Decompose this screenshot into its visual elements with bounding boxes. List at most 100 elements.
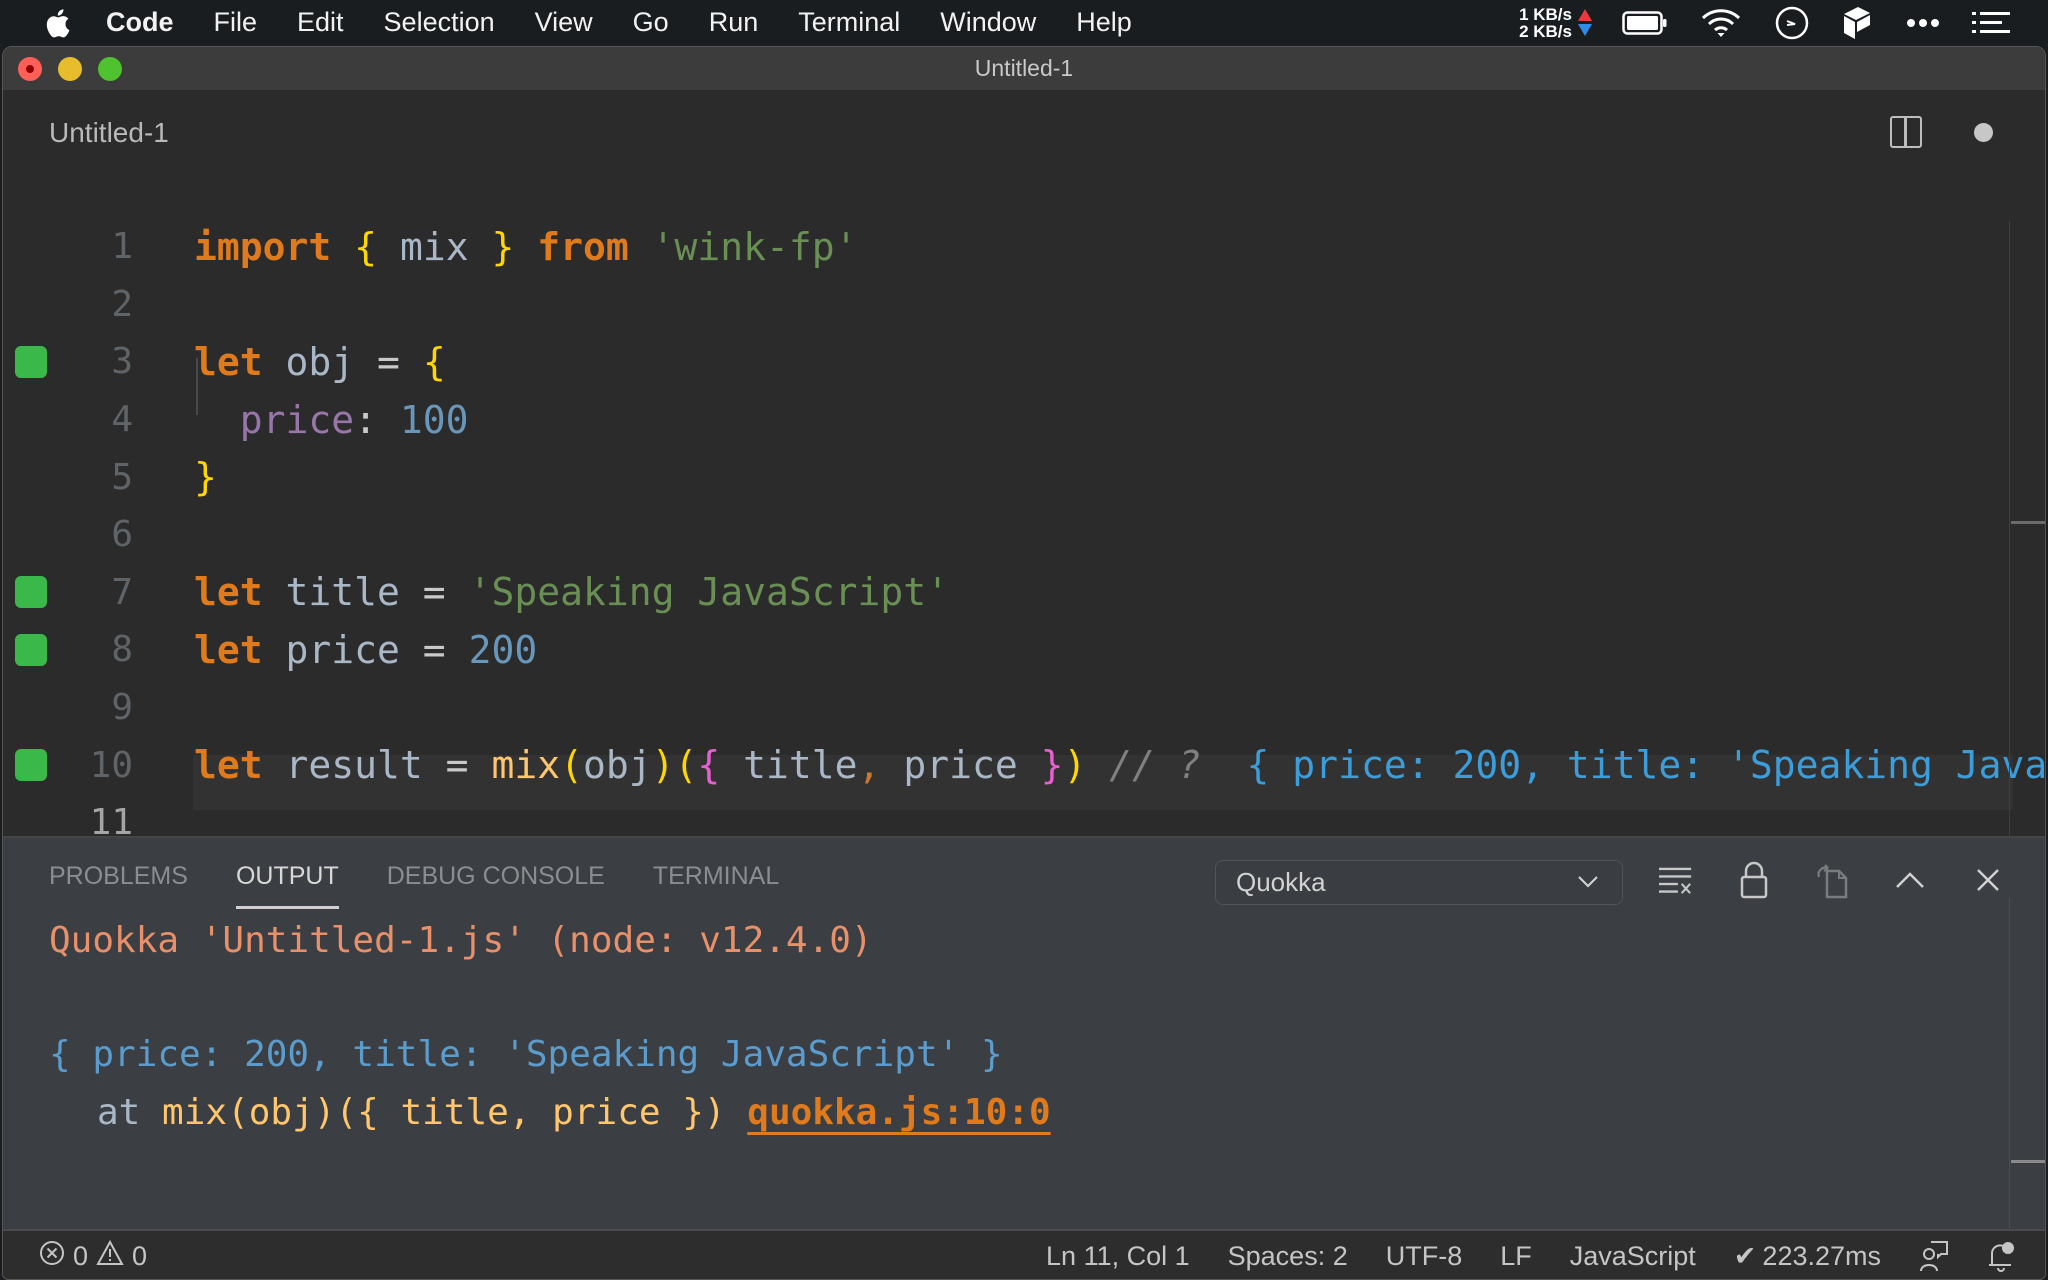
wifi-icon[interactable]: [1700, 7, 1742, 39]
menubar-status-area: 1 KB/s 2 KB/s: [1519, 0, 2048, 45]
code-token: mix: [377, 224, 492, 269]
line-number: 9: [111, 687, 133, 729]
menu-help[interactable]: Help: [1076, 7, 1132, 38]
code-token: price: [880, 743, 1041, 788]
code-token: =: [445, 743, 469, 788]
problems-summary[interactable]: 0 0: [39, 1239, 147, 1273]
net-arrows-icon: [1578, 9, 1592, 36]
code-text: price: 100: [194, 398, 469, 442]
line-number: 6: [111, 514, 133, 556]
panel-tabs: PROBLEMS OUTPUT DEBUG CONSOLE TERMINAL: [49, 862, 779, 909]
code-line[interactable]: 8 let price = 200: [3, 621, 2013, 679]
chevron-down-icon: [1576, 869, 1600, 900]
network-speed[interactable]: 1 KB/s 2 KB/s: [1519, 6, 1572, 40]
code-token: let: [194, 743, 263, 788]
line-number: 2: [111, 283, 133, 325]
window-controls: [18, 57, 122, 81]
code-line[interactable]: 9: [3, 679, 2013, 737]
code-editor[interactable]: 1 import { mix } from 'wink-fp' 2 3 let obj …: [3, 177, 2045, 843]
quokka-coverage-marker: [15, 345, 47, 378]
code-line[interactable]: 10 let result = mix(obj)({ title, price }…: [3, 736, 2045, 794]
apple-menu-icon[interactable]: [42, 7, 72, 39]
cursor-position[interactable]: Ln 11, Col 1: [1046, 1241, 1190, 1272]
code-line[interactable]: 2: [3, 276, 2013, 334]
code-line[interactable]: 3 let obj = {: [3, 333, 2013, 391]
maximize-window-button[interactable]: [98, 57, 122, 81]
code-text: }: [194, 455, 217, 499]
open-in-editor-icon[interactable]: [1815, 860, 1849, 900]
source-location-link[interactable]: quokka.js:10:0: [747, 1092, 1050, 1133]
clear-output-icon[interactable]: [1659, 860, 1693, 900]
minimize-window-button[interactable]: [58, 57, 82, 81]
output-channel-select[interactable]: Quokka: [1215, 860, 1623, 905]
more-icon[interactable]: [1906, 18, 1940, 28]
code-line[interactable]: 7 let title = 'Speaking JavaScript': [3, 564, 2013, 622]
tab-output[interactable]: OUTPUT: [235, 862, 339, 909]
unsaved-changes-dot-icon[interactable]: [1974, 122, 1993, 142]
encoding[interactable]: UTF-8: [1386, 1241, 1463, 1272]
lock-scroll-icon[interactable]: [1737, 860, 1771, 900]
clock-icon[interactable]: [1774, 5, 1810, 41]
tab-debug-console[interactable]: DEBUG CONSOLE: [387, 862, 605, 909]
menu-file[interactable]: File: [214, 7, 258, 38]
editor-tab-untitled-1[interactable]: Untitled-1: [49, 117, 169, 149]
code-token: (: [560, 743, 583, 788]
code-token: }: [1040, 743, 1064, 788]
box-app-icon[interactable]: [1842, 5, 1874, 41]
code-token: 100: [399, 397, 469, 442]
code-token: obj: [262, 339, 378, 384]
close-panel-icon[interactable]: [1971, 860, 2005, 900]
at-expression: mix(obj)({ title, price }): [162, 1092, 726, 1133]
maximize-panel-icon[interactable]: [1893, 860, 1927, 900]
output-log[interactable]: Quokka 'Untitled-1.js' (node: v12.4.0) {…: [49, 920, 1051, 1133]
code-token: price: [239, 397, 355, 442]
battery-icon[interactable]: [1622, 10, 1668, 36]
code-token: from: [537, 224, 629, 269]
code-text: let price = 200: [194, 628, 537, 672]
net-down-speed: 2 KB/s: [1519, 21, 1572, 41]
feedback-icon[interactable]: [1919, 1240, 1949, 1272]
overview-ruler-marker: [2011, 521, 2045, 524]
list-icon[interactable]: [1972, 11, 2010, 34]
checkmark-icon: ✔: [1733, 1240, 1757, 1271]
bottom-panel: PROBLEMS OUTPUT DEBUG CONSOLE TERMINAL Q…: [3, 836, 2045, 1229]
window-title: Untitled-1: [974, 55, 1074, 81]
close-window-button[interactable]: [18, 57, 42, 81]
menu-app-code[interactable]: Code: [106, 7, 174, 38]
code-token: 'Speaking JavaScript': [468, 570, 950, 615]
code-line[interactable]: 1 import { mix } from 'wink-fp': [3, 218, 2013, 276]
output-scroll-marker: [2011, 1160, 2045, 1163]
line-number: 8: [111, 629, 133, 671]
menu-run[interactable]: Run: [709, 7, 759, 38]
quokka-status[interactable]: ✔ 223.27ms: [1734, 1241, 1881, 1272]
language-mode[interactable]: JavaScript: [1570, 1241, 1696, 1272]
code-token: =: [422, 627, 446, 672]
quokka-run-time: 223.27ms: [1762, 1240, 1881, 1271]
menu-window[interactable]: Window: [940, 7, 1036, 38]
menu-terminal[interactable]: Terminal: [798, 7, 900, 38]
menu-view[interactable]: View: [535, 7, 593, 38]
output-channel-value: Quokka: [1236, 867, 1326, 897]
output-scrollbar[interactable]: [2009, 898, 2045, 1228]
code-token: =: [377, 339, 400, 384]
split-editor-icon[interactable]: [1890, 116, 1922, 148]
code-token: let: [194, 339, 263, 384]
inline-result-value: { price: 200, title: 'Speaking JavaScrip…: [1246, 743, 2046, 788]
code-line[interactable]: 4 price: 100: [3, 391, 2013, 449]
code-line[interactable]: 6: [3, 506, 2013, 564]
line-number: 4: [111, 399, 133, 441]
tab-terminal[interactable]: TERMINAL: [653, 862, 779, 909]
code-token: ,: [857, 743, 881, 788]
indentation[interactable]: Spaces: 2: [1228, 1241, 1348, 1272]
end-of-line[interactable]: LF: [1500, 1241, 1532, 1272]
notifications-bell-icon[interactable]: [1987, 1240, 2015, 1272]
code-token: mix: [491, 743, 561, 788]
menu-selection[interactable]: Selection: [384, 7, 495, 38]
code-line[interactable]: 5}: [3, 448, 2013, 506]
editor-scrollbar[interactable]: [2009, 221, 2045, 836]
code-token: :: [354, 397, 400, 442]
menu-edit[interactable]: Edit: [297, 7, 344, 38]
menu-go[interactable]: Go: [633, 7, 669, 38]
tab-problems[interactable]: PROBLEMS: [49, 862, 188, 909]
